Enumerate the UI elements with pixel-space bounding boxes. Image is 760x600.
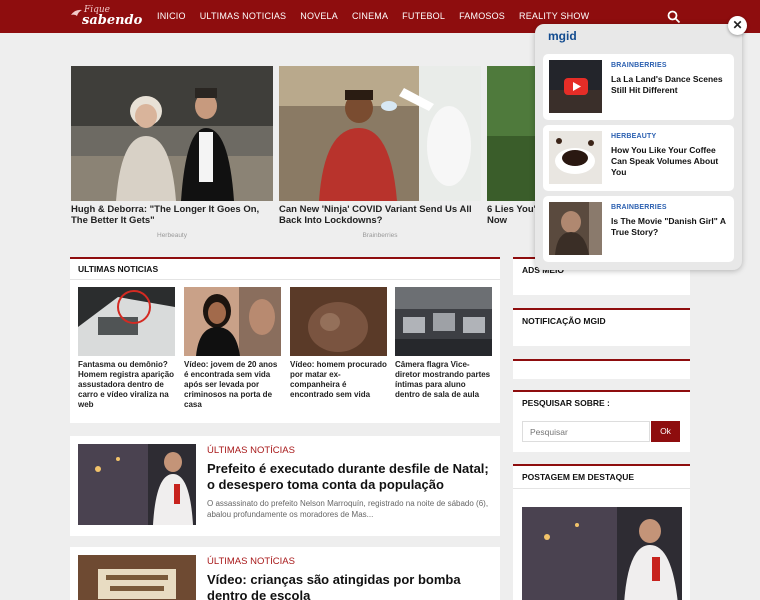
search-ok-button[interactable]: Ok bbox=[651, 421, 680, 442]
news-card-image bbox=[78, 287, 175, 356]
news-card-image bbox=[395, 287, 492, 356]
nav-item-ultimas-noticias[interactable]: ULTIMAS NOTICIAS bbox=[193, 0, 294, 33]
recommendation-item[interactable]: 6 Lies You'S Now bbox=[487, 66, 542, 226]
recommendation-source: Herbeauty bbox=[157, 232, 187, 239]
news-card[interactable]: Vídeo: jovem de 20 anos é encontrada sem… bbox=[184, 287, 281, 410]
popup-item-source: BRAINBERRIES bbox=[611, 62, 667, 69]
recommendation-source: Brainberries bbox=[362, 232, 398, 239]
search-input[interactable] bbox=[522, 421, 650, 442]
news-card-image bbox=[184, 287, 281, 356]
nav-item-famosos[interactable]: FAMOSOS bbox=[452, 0, 512, 33]
article-item[interactable]: ÚLTIMAS NOTÍCIAS Vídeo: crianças são ati… bbox=[70, 547, 500, 600]
latest-news-title: ULTIMAS NOTICIAS bbox=[70, 257, 500, 280]
site-logo[interactable]: Fique sabendo bbox=[70, 4, 143, 30]
article-image[interactable] bbox=[78, 555, 196, 600]
news-card-title[interactable]: Vídeo: jovem de 20 anos é encontrada sem… bbox=[184, 360, 281, 410]
logo-text-bottom: sabendo bbox=[82, 13, 143, 28]
popup-item-source: BRAINBERRIES bbox=[611, 204, 667, 211]
article-category[interactable]: ÚLTIMAS NOTÍCIAS bbox=[207, 556, 295, 567]
article-category[interactable]: ÚLTIMAS NOTÍCIAS bbox=[207, 445, 295, 456]
sidebar-search-title: PESQUISAR SOBRE : bbox=[513, 390, 690, 414]
sidebar-featured-widget: POSTAGEM EM DESTAQUE bbox=[513, 464, 690, 600]
recommendation-item[interactable]: Hugh & Deborra: "The Longer It Goes On, … bbox=[71, 66, 273, 239]
article-item[interactable]: ÚLTIMAS NOTÍCIAS Prefeito é executado du… bbox=[70, 436, 500, 536]
popup-item[interactable]: BRAINBERRIES La La Land's Dance Scenes S… bbox=[543, 54, 734, 120]
news-card-image bbox=[290, 287, 387, 356]
mgid-popup: mgid ✕ BRAINBERRIES La La Land's Dance S… bbox=[535, 16, 747, 270]
news-card-title[interactable]: Fantasma ou demônio? Homem registra apar… bbox=[78, 360, 175, 410]
nav-item-inicio[interactable]: INICIO bbox=[150, 0, 193, 33]
featured-image[interactable] bbox=[522, 507, 682, 600]
popup-item-source: HERBEAUTY bbox=[611, 133, 657, 140]
popup-item-title[interactable]: How You Like Your Coffee Can Speak Volum… bbox=[611, 145, 729, 178]
sidebar-featured-title: POSTAGEM EM DESTAQUE bbox=[513, 464, 690, 489]
popup-item-image bbox=[549, 60, 602, 113]
recommendation-title[interactable]: Hugh & Deborra: "The Longer It Goes On, … bbox=[71, 204, 273, 226]
article-excerpt: O assassinato do prefeito Nelson Marroqu… bbox=[207, 499, 489, 519]
recommendation-image bbox=[279, 66, 481, 201]
sidebar-empty-widget bbox=[513, 359, 690, 379]
recommendation-title[interactable]: Can New 'Ninja' COVID Variant Send Us Al… bbox=[279, 204, 481, 226]
news-card-title[interactable]: Câmera flagra Vice-diretor mostrando par… bbox=[395, 360, 492, 400]
popup-item-image bbox=[549, 131, 602, 184]
nav-item-futebol[interactable]: FUTEBOL bbox=[395, 0, 452, 33]
main-nav: INICIO ULTIMAS NOTICIAS NOVELA CINEMA FU… bbox=[150, 0, 596, 33]
nav-item-cinema[interactable]: CINEMA bbox=[345, 0, 395, 33]
sidebar-divider bbox=[513, 359, 690, 373]
latest-news-panel: ULTIMAS NOTICIAS Fantasma ou demônio? Ho… bbox=[70, 257, 500, 423]
recommendation-image bbox=[487, 66, 537, 201]
article-headline[interactable]: Prefeito é executado durante desfile de … bbox=[207, 461, 492, 493]
news-card[interactable]: Câmera flagra Vice-diretor mostrando par… bbox=[395, 287, 492, 400]
recommendation-image bbox=[71, 66, 273, 201]
search-icon[interactable] bbox=[666, 9, 682, 25]
close-icon[interactable]: ✕ bbox=[728, 16, 747, 35]
mgid-logo[interactable]: mgid bbox=[548, 29, 577, 43]
popup-item-title[interactable]: La La Land's Dance Scenes Still Hit Diff… bbox=[611, 74, 729, 96]
popup-item-image bbox=[549, 202, 602, 255]
news-card-title[interactable]: Vídeo: homem procurado por matar ex-comp… bbox=[290, 360, 387, 400]
nav-item-novela[interactable]: NOVELA bbox=[293, 0, 345, 33]
news-card[interactable]: Fantasma ou demônio? Homem registra apar… bbox=[78, 287, 175, 410]
popup-item-title[interactable]: Is The Movie "Danish Girl" A True Story? bbox=[611, 216, 729, 238]
article-headline[interactable]: Vídeo: crianças são atingidas por bomba … bbox=[207, 572, 492, 600]
article-image[interactable] bbox=[78, 444, 196, 525]
news-card[interactable]: Vídeo: homem procurado por matar ex-comp… bbox=[290, 287, 387, 400]
recommendation-item[interactable]: Can New 'Ninja' COVID Variant Send Us Al… bbox=[279, 66, 481, 239]
sidebar-mgid-widget: NOTIFICAÇÃO MGID bbox=[513, 308, 690, 346]
sidebar-mgid-title: NOTIFICAÇÃO MGID bbox=[513, 308, 690, 332]
popup-item[interactable]: BRAINBERRIES Is The Movie "Danish Girl" … bbox=[543, 196, 734, 262]
popup-item[interactable]: HERBEAUTY How You Like Your Coffee Can S… bbox=[543, 125, 734, 191]
